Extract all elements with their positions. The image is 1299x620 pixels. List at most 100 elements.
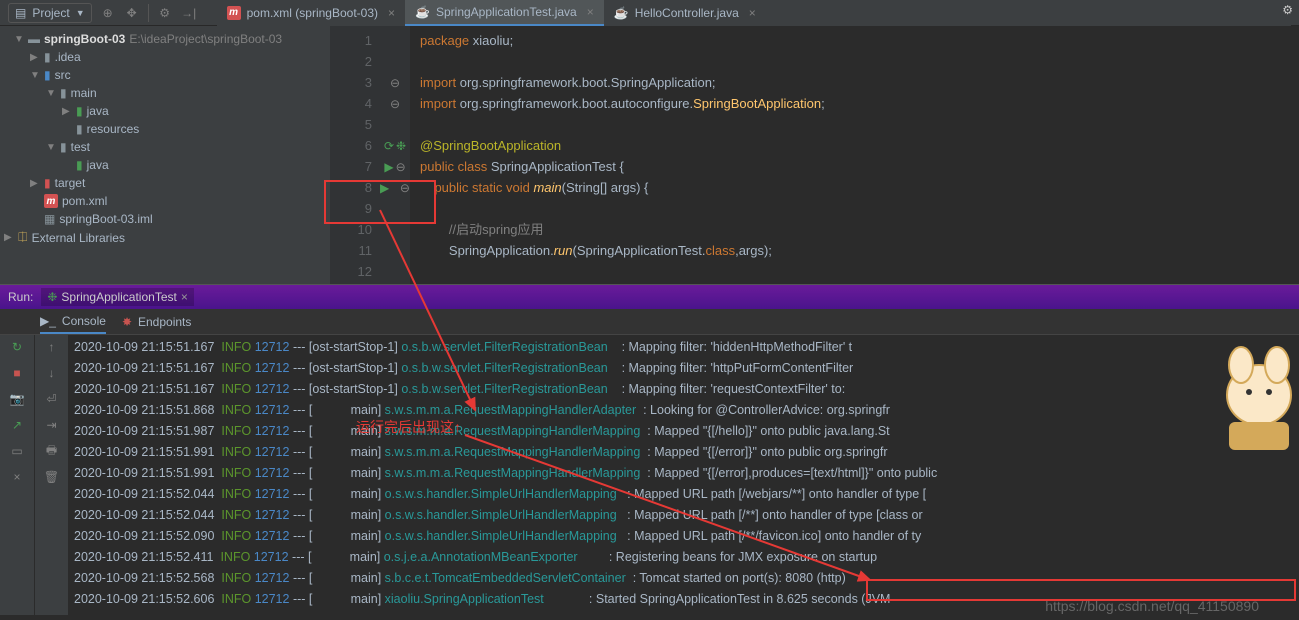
- tree-node[interactable]: m pom.xml: [0, 192, 330, 210]
- tree-label: src: [55, 68, 71, 82]
- console-line: 2020-10-09 21:15:51.991 INFO 12712 --- […: [74, 442, 1299, 463]
- stop-icon[interactable]: ■: [9, 365, 25, 381]
- scroll-end-icon[interactable]: ⇥: [44, 417, 60, 433]
- tree-label: .idea: [55, 50, 81, 64]
- tree-label: springBoot-03.iml: [59, 212, 152, 226]
- tree-node[interactable]: ▦ springBoot-03.iml: [0, 210, 330, 228]
- maven-icon: m: [227, 6, 241, 20]
- pin-icon[interactable]: ×: [9, 469, 25, 485]
- tree-external-libs[interactable]: ▶ ⎅ External Libraries: [0, 228, 330, 247]
- external-libraries-label: External Libraries: [32, 231, 125, 245]
- tree-node[interactable]: ▶ ▮ target: [0, 174, 330, 192]
- expand-arrow-icon[interactable]: ▼: [46, 142, 56, 153]
- tree-node[interactable]: ▼ ▮ main: [0, 84, 330, 102]
- tree-node[interactable]: ▮ resources: [0, 120, 330, 138]
- console-line: 2020-10-09 21:15:51.987 INFO 12712 --- […: [74, 421, 1299, 442]
- close-icon[interactable]: ×: [388, 6, 395, 20]
- console-line: 2020-10-09 21:15:52.568 INFO 12712 --- […: [74, 568, 1299, 589]
- locate-icon[interactable]: ✥: [124, 5, 140, 21]
- console-label: Console: [62, 314, 106, 328]
- run-sub-tabs: ▶_ Console ✸ Endpoints: [0, 309, 1299, 335]
- tab-label: HelloController.java: [635, 6, 739, 20]
- console-line: 2020-10-09 21:15:52.090 INFO 12712 --- […: [74, 526, 1299, 547]
- console-line: 2020-10-09 21:15:52.411 INFO 12712 --- […: [74, 547, 1299, 568]
- gear-icon[interactable]: ⚙: [157, 5, 173, 21]
- tree-label: main: [71, 86, 97, 100]
- spring-icon: ❉: [47, 290, 57, 304]
- run-class-icon[interactable]: ▶: [384, 160, 393, 174]
- editor-tab-bar: m pom.xml (springBoot-03) × ☕ SpringAppl…: [217, 0, 1291, 26]
- console-icon: ▶_: [40, 314, 56, 328]
- console-line: 2020-10-09 21:15:51.167 INFO 12712 --- […: [74, 358, 1299, 379]
- wrap-icon[interactable]: ⏎: [44, 391, 60, 407]
- expand-arrow-icon[interactable]: ▼: [46, 88, 56, 99]
- endpoints-label: Endpoints: [138, 315, 191, 329]
- folder-icon: ▮: [60, 140, 67, 154]
- run-body: ↻ ■ 📷 ↗ ▭ × ↑ ↓ ⏎ ⇥ 🖶 🗑 2020-10-09 21:15…: [0, 335, 1299, 615]
- console-line: 2020-10-09 21:15:51.868 INFO 12712 --- […: [74, 400, 1299, 421]
- layout-icon[interactable]: ▭: [9, 443, 25, 459]
- project-view-dropdown[interactable]: ▤ Project ▼: [8, 3, 92, 23]
- module-icon: ▬: [28, 32, 40, 46]
- expand-arrow-icon[interactable]: ▼: [14, 34, 24, 45]
- console-output[interactable]: 2020-10-09 21:15:51.167 INFO 12712 --- […: [68, 335, 1299, 615]
- exit-icon[interactable]: ↗: [9, 417, 25, 433]
- console-left-toolbar: ↑ ↓ ⏎ ⇥ 🖶 🗑: [34, 335, 68, 615]
- collapse-icon[interactable]: ⊕: [100, 5, 116, 21]
- run-method-icon[interactable]: ▶: [380, 181, 389, 195]
- folder-icon: ▮: [76, 158, 83, 172]
- run-left-toolbar: ↻ ■ 📷 ↗ ▭ ×: [0, 335, 34, 615]
- run-tab-label: SpringApplicationTest: [61, 290, 176, 304]
- close-icon[interactable]: ×: [587, 5, 594, 19]
- tree-node[interactable]: ▼ ▮ src: [0, 66, 330, 84]
- tree-label: target: [55, 176, 86, 190]
- tree-node[interactable]: ▼ ▮ test: [0, 138, 330, 156]
- file-icon: ▦: [44, 212, 55, 226]
- code-editor[interactable]: 123456789101112 ⊖⊖⟳❉▶⊖▶ ⊖ package xiaoli…: [330, 26, 1299, 284]
- hide-icon[interactable]: →|: [181, 5, 197, 21]
- project-toolbar: ▤ Project ▼ ⊕ ✥ ⚙ →| m pom.xml (springBo…: [0, 0, 1299, 26]
- print-icon[interactable]: 🖶: [44, 443, 60, 459]
- code-body[interactable]: package xiaoliu;import org.springframewo…: [410, 26, 1299, 284]
- console-line: 2020-10-09 21:15:51.991 INFO 12712 --- […: [74, 463, 1299, 484]
- tree-label: test: [71, 140, 90, 154]
- trash-icon[interactable]: 🗑: [44, 469, 60, 485]
- run-header: Run: ❉ SpringApplicationTest × ⚙: [0, 285, 1299, 309]
- down-icon[interactable]: ↓: [44, 365, 60, 381]
- expand-arrow-icon[interactable]: ▶: [30, 178, 40, 189]
- endpoints-tab[interactable]: ✸ Endpoints: [122, 311, 191, 333]
- tree-node[interactable]: ▶ ▮ .idea: [0, 48, 330, 66]
- tab-label: pom.xml (springBoot-03): [247, 6, 378, 20]
- close-icon[interactable]: ×: [181, 290, 188, 304]
- console-tab[interactable]: ▶_ Console: [40, 310, 106, 334]
- expand-arrow-icon[interactable]: ▼: [30, 70, 40, 81]
- gear-icon[interactable]: ⚙: [1282, 3, 1293, 17]
- run-config-tab[interactable]: ❉ SpringApplicationTest ×: [41, 288, 193, 306]
- folder-icon: ▮: [44, 176, 51, 190]
- tree-root[interactable]: ▼ ▬ springBoot-03 E:\ideaProject\springB…: [0, 30, 330, 48]
- tab-hello-controller[interactable]: ☕ HelloController.java ×: [604, 0, 766, 26]
- tab-pom-xml[interactable]: m pom.xml (springBoot-03) ×: [217, 0, 405, 26]
- tree-node[interactable]: ▮ java: [0, 156, 330, 174]
- separator: [148, 4, 149, 22]
- line-number-gutter: 123456789101112: [330, 26, 380, 284]
- mascot-image: [1219, 340, 1299, 460]
- expand-arrow-icon[interactable]: ▶: [30, 52, 40, 63]
- project-tree[interactable]: ▼ ▬ springBoot-03 E:\ideaProject\springB…: [0, 26, 330, 284]
- tree-node[interactable]: ▶ ▮ java: [0, 102, 330, 120]
- java-icon: ☕: [415, 5, 430, 19]
- close-icon[interactable]: ×: [749, 6, 756, 20]
- tab-label: SpringApplicationTest.java: [436, 5, 577, 19]
- module-path: E:\ideaProject\springBoot-03: [129, 32, 282, 46]
- project-tool-icon: ▤: [15, 6, 26, 20]
- up-icon[interactable]: ↑: [44, 339, 60, 355]
- rerun-icon[interactable]: ↻: [9, 339, 25, 355]
- java-icon: ☕: [614, 6, 629, 20]
- camera-icon[interactable]: 📷: [9, 391, 25, 407]
- tab-spring-application-test[interactable]: ☕ SpringApplicationTest.java ×: [405, 0, 604, 26]
- tree-label: java: [87, 104, 109, 118]
- expand-arrow-icon[interactable]: ▶: [62, 106, 72, 117]
- expand-arrow-icon[interactable]: ▶: [4, 232, 14, 243]
- tree-label: resources: [87, 122, 140, 136]
- folder-icon: ▮: [44, 50, 51, 64]
